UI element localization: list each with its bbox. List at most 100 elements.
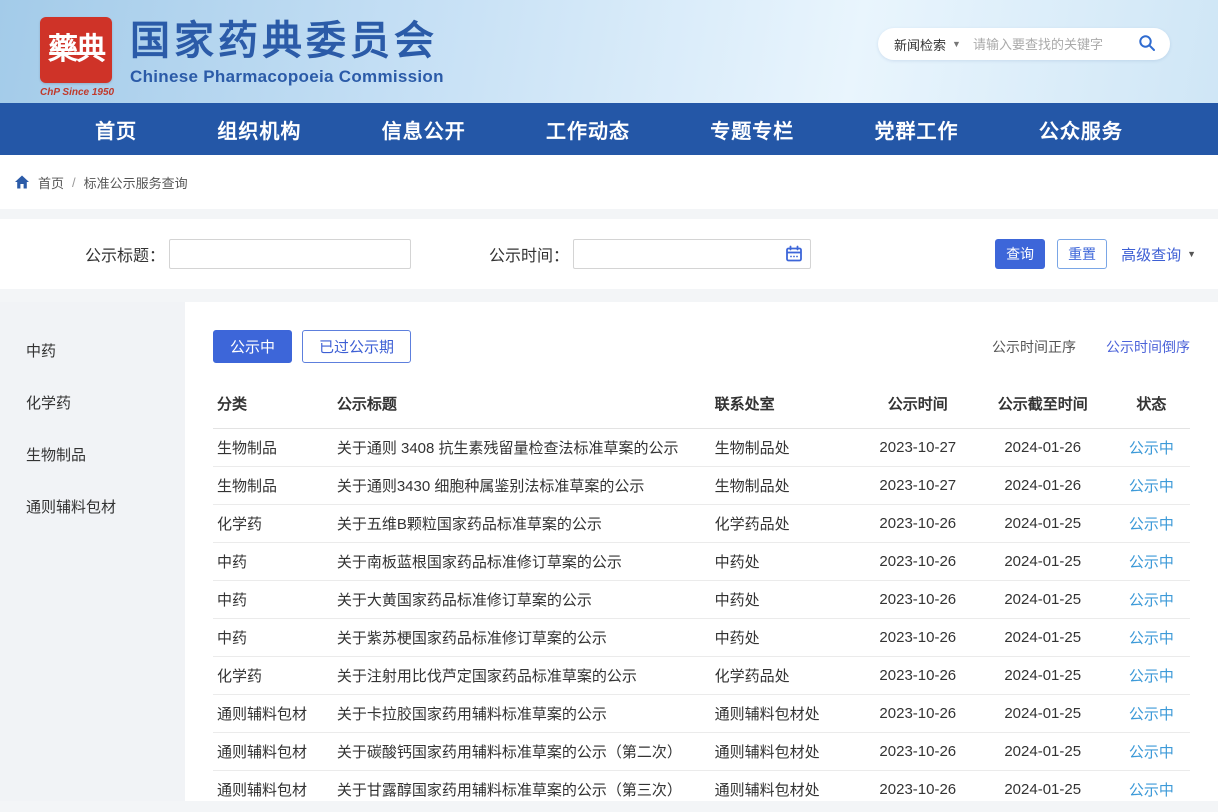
reset-button[interactable]: 重置	[1057, 239, 1107, 269]
cell-category: 化学药	[213, 505, 333, 543]
publication-title-link[interactable]: 关于通则 3408 抗生素残留量检查法标准草案的公示	[337, 440, 679, 457]
cell-deadline: 2024-01-25	[973, 505, 1113, 543]
cell-office: 通则辅料包材处	[711, 733, 863, 771]
cell-deadline: 2024-01-25	[973, 771, 1113, 809]
nav-item-work-news[interactable]: 工作动态	[546, 115, 630, 144]
cell-category: 通则辅料包材	[213, 771, 333, 809]
sort-descending-link[interactable]: 公示时间倒序	[1106, 337, 1190, 357]
filter-panel: 公示标题： 公示时间： 查询 重置 高级查询	[0, 219, 1218, 289]
publication-title-link[interactable]: 关于南板蓝根国家药品标准修订草案的公示	[337, 554, 622, 571]
col-header-status: 状态	[1113, 383, 1190, 429]
home-icon	[14, 174, 30, 190]
brand-text: 国家药典委员会 Chinese Pharmacopoeia Commission	[130, 19, 444, 87]
status-badge[interactable]: 公示中	[1129, 440, 1174, 457]
table-row: 通则辅料包材 关于卡拉胶国家药用辅料标准草案的公示 通则辅料包材处 2023-1…	[213, 695, 1190, 733]
site-logo[interactable]: 藥典 ChP Since 1950 国家药典委员会 Chinese Pharma…	[40, 17, 444, 87]
search-category-select[interactable]: 新闻检索 ▼	[894, 35, 961, 54]
chevron-down-icon: ▼	[952, 39, 961, 49]
search-input[interactable]	[973, 37, 1136, 52]
nav-item-public-service[interactable]: 公众服务	[1039, 115, 1123, 144]
site-title-en: Chinese Pharmacopoeia Commission	[130, 67, 444, 87]
sidebar-item-biologics[interactable]: 生物制品	[0, 428, 185, 480]
sort-ascending-link[interactable]: 公示时间正序	[992, 337, 1076, 357]
table-row: 通则辅料包材 关于碳酸钙国家药用辅料标准草案的公示（第二次） 通则辅料包材处 2…	[213, 733, 1190, 771]
status-badge[interactable]: 公示中	[1129, 630, 1174, 647]
table-row: 中药 关于紫苏梗国家药品标准修订草案的公示 中药处 2023-10-26 202…	[213, 619, 1190, 657]
advanced-query-button[interactable]: 高级查询 ▼	[1121, 244, 1196, 265]
breadcrumb-separator: /	[72, 175, 76, 190]
cell-publish-date: 2023-10-26	[863, 733, 973, 771]
tab-in-publication[interactable]: 公示中	[213, 330, 292, 363]
cell-publish-date: 2023-10-26	[863, 505, 973, 543]
col-header-office: 联系处室	[711, 383, 863, 429]
cell-deadline: 2024-01-25	[973, 581, 1113, 619]
status-badge[interactable]: 公示中	[1129, 668, 1174, 685]
filter-actions: 查询 重置 高级查询 ▼	[995, 239, 1196, 269]
nav-item-information[interactable]: 信息公开	[382, 115, 466, 144]
calendar-icon[interactable]	[785, 245, 803, 268]
site-title-cn: 国家药典委员会	[130, 19, 444, 63]
sort-links: 公示时间正序 公示时间倒序	[992, 337, 1190, 357]
table-row: 生物制品 关于通则 3408 抗生素残留量检查法标准草案的公示 生物制品处 20…	[213, 429, 1190, 467]
breadcrumb-home-link[interactable]: 首页	[38, 173, 64, 192]
status-badge[interactable]: 公示中	[1129, 744, 1174, 761]
cell-category: 化学药	[213, 657, 333, 695]
table-row: 化学药 关于注射用比伐芦定国家药品标准草案的公示 化学药品处 2023-10-2…	[213, 657, 1190, 695]
cell-publish-date: 2023-10-26	[863, 695, 973, 733]
search-category-label: 新闻检索	[894, 35, 946, 54]
nav-item-special-topics[interactable]: 专题专栏	[710, 115, 794, 144]
cell-deadline: 2024-01-26	[973, 467, 1113, 505]
status-badge[interactable]: 公示中	[1129, 706, 1174, 723]
publication-list-panel: 公示中 已过公示期 公示时间正序 公示时间倒序 分类 公示标题 联系处室 公示时…	[185, 302, 1218, 801]
cell-publish-date: 2023-10-26	[863, 619, 973, 657]
sidebar-item-tcm[interactable]: 中药	[0, 324, 185, 376]
title-filter-input[interactable]	[169, 239, 411, 269]
sidebar-item-chemical[interactable]: 化学药	[0, 376, 185, 428]
cell-publish-date: 2023-10-26	[863, 657, 973, 695]
breadcrumb-current: 标准公示服务查询	[84, 173, 188, 192]
sidebar-item-excipients[interactable]: 通则辅料包材	[0, 480, 185, 532]
cell-deadline: 2024-01-25	[973, 695, 1113, 733]
table-row: 中药 关于南板蓝根国家药品标准修订草案的公示 中药处 2023-10-26 20…	[213, 543, 1190, 581]
nav-item-party-work[interactable]: 党群工作	[875, 115, 959, 144]
status-badge[interactable]: 公示中	[1129, 516, 1174, 533]
main-nav: 首页 组织机构 信息公开 工作动态 专题专栏 党群工作 公众服务	[0, 103, 1218, 155]
publication-title-link[interactable]: 关于五维B颗粒国家药品标准草案的公示	[337, 516, 602, 533]
cell-category: 中药	[213, 619, 333, 657]
publication-title-link[interactable]: 关于紫苏梗国家药品标准修订草案的公示	[337, 630, 607, 647]
publication-title-link[interactable]: 关于通则3430 细胞种属鉴别法标准草案的公示	[337, 478, 645, 495]
cell-deadline: 2024-01-25	[973, 733, 1113, 771]
status-badge[interactable]: 公示中	[1129, 782, 1174, 799]
cell-office: 中药处	[711, 543, 863, 581]
query-button[interactable]: 查询	[995, 239, 1045, 269]
table-row: 生物制品 关于通则3430 细胞种属鉴别法标准草案的公示 生物制品处 2023-…	[213, 467, 1190, 505]
tab-expired[interactable]: 已过公示期	[302, 330, 411, 363]
search-icon	[1138, 34, 1156, 55]
cell-office: 通则辅料包材处	[711, 695, 863, 733]
cell-office: 通则辅料包材处	[711, 771, 863, 809]
cell-deadline: 2024-01-25	[973, 657, 1113, 695]
time-filter-label: 公示时间：	[489, 242, 569, 266]
publication-title-link[interactable]: 关于大黄国家药品标准修订草案的公示	[337, 592, 592, 609]
table-row: 化学药 关于五维B颗粒国家药品标准草案的公示 化学药品处 2023-10-26 …	[213, 505, 1190, 543]
search-button[interactable]	[1136, 33, 1158, 55]
publication-title-link[interactable]: 关于卡拉胶国家药用辅料标准草案的公示	[337, 706, 607, 723]
main-area: 中药 化学药 生物制品 通则辅料包材 公示中 已过公示期 公示时间正序 公示时间…	[0, 302, 1218, 801]
category-sidebar: 中药 化学药 生物制品 通则辅料包材	[0, 302, 185, 801]
cell-deadline: 2024-01-26	[973, 429, 1113, 467]
nav-item-home[interactable]: 首页	[95, 115, 137, 144]
publication-title-link[interactable]: 关于碳酸钙国家药用辅料标准草案的公示（第二次）	[337, 744, 682, 761]
nav-item-organization[interactable]: 组织机构	[217, 115, 301, 144]
publication-title-link[interactable]: 关于甘露醇国家药用辅料标准草案的公示（第三次）	[337, 782, 682, 799]
table-header-row: 分类 公示标题 联系处室 公示时间 公示截至时间 状态	[213, 383, 1190, 429]
status-badge[interactable]: 公示中	[1129, 478, 1174, 495]
seal-caption: ChP Since 1950	[40, 87, 112, 98]
col-header-publish-date: 公示时间	[863, 383, 973, 429]
cell-deadline: 2024-01-25	[973, 543, 1113, 581]
publication-title-link[interactable]: 关于注射用比伐芦定国家药品标准草案的公示	[337, 668, 637, 685]
status-badge[interactable]: 公示中	[1129, 554, 1174, 571]
status-badge[interactable]: 公示中	[1129, 592, 1174, 609]
date-picker-field	[573, 239, 811, 269]
time-filter-input[interactable]	[573, 239, 811, 269]
cell-category: 生物制品	[213, 429, 333, 467]
